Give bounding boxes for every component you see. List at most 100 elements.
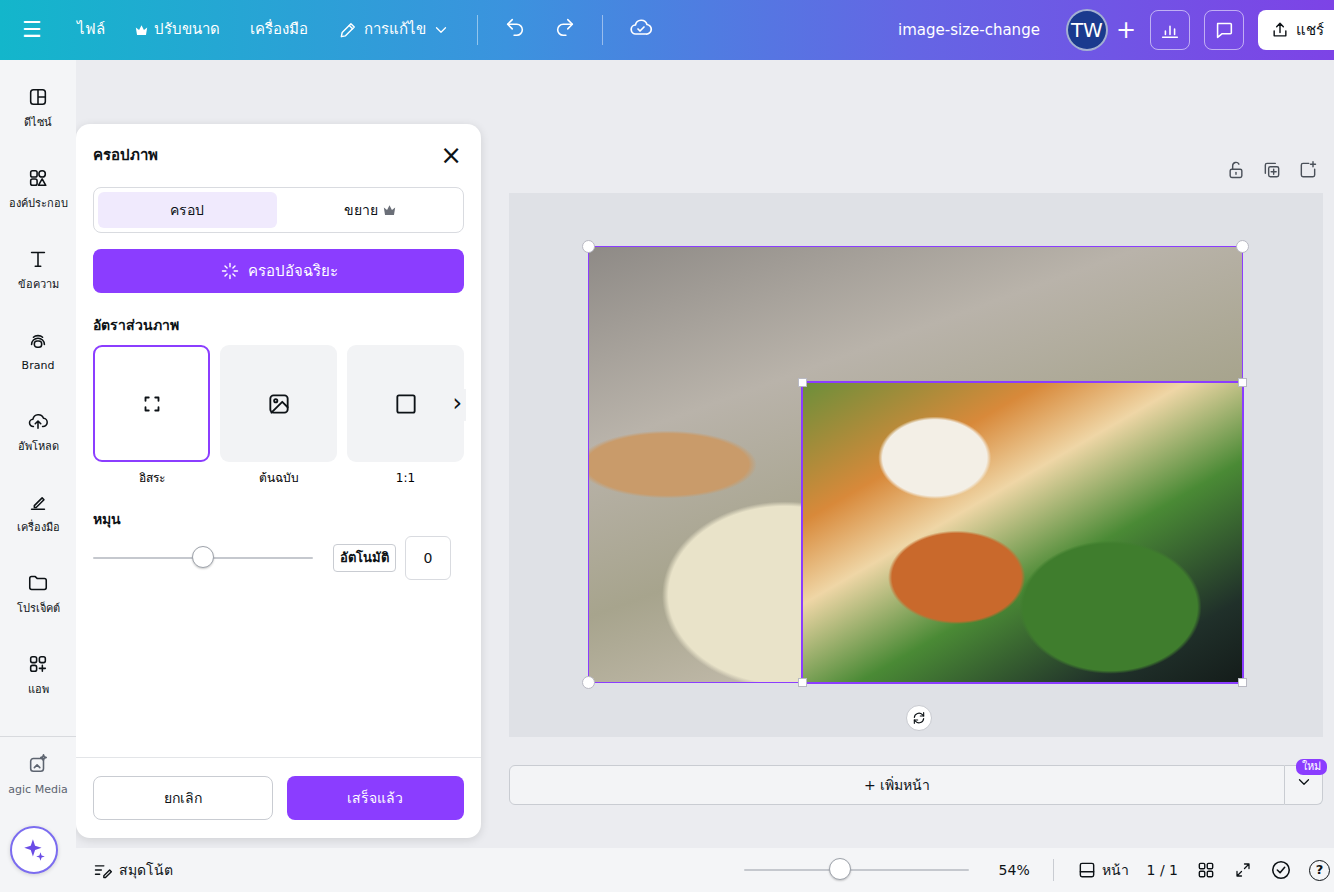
top-menu-label: ไฟล์ bbox=[77, 20, 105, 40]
design-icon bbox=[27, 86, 49, 108]
crop-handle[interactable] bbox=[1238, 678, 1247, 687]
crop-tab[interactable]: ขยาย bbox=[281, 192, 460, 228]
share-button[interactable]: แชร์ bbox=[1258, 10, 1334, 50]
sidebar-label: เครื่องมือ bbox=[17, 520, 60, 537]
top-menu-label: ปรับขนาด bbox=[154, 20, 220, 40]
edit-menu[interactable]: การแก้ไข bbox=[323, 14, 465, 46]
zoom-slider[interactable] bbox=[744, 869, 969, 871]
next-button[interactable]: › bbox=[448, 389, 466, 421]
crop-tab[interactable]: ครอป bbox=[98, 192, 277, 228]
comment-button[interactable] bbox=[1204, 10, 1244, 50]
page-tools bbox=[1226, 160, 1318, 180]
crop-tabs: ครอป ขยาย bbox=[93, 187, 464, 233]
help-button[interactable]: ? bbox=[1309, 860, 1330, 881]
undo-button[interactable] bbox=[490, 10, 540, 50]
slider-thumb[interactable] bbox=[192, 546, 214, 568]
sidebar-label: แอพ bbox=[28, 682, 49, 699]
resize-handle[interactable] bbox=[582, 240, 595, 253]
assistant-button[interactable] bbox=[10, 826, 58, 874]
grid-view-button[interactable] bbox=[1187, 860, 1225, 880]
sidebar-item[interactable]: Brand bbox=[0, 329, 76, 410]
check-button[interactable] bbox=[1261, 859, 1301, 881]
editor-window: ☰ ไฟล์ปรับขนาดเครื่องมือ การแก้ไข image-… bbox=[0, 0, 1334, 892]
menu-button[interactable]: ☰ bbox=[0, 12, 62, 49]
top-menu-item[interactable]: ไฟล์ bbox=[62, 14, 120, 46]
square-icon bbox=[393, 391, 419, 417]
smart-crop-button[interactable]: ครอปอัจฉริยะ bbox=[93, 249, 464, 293]
new-badge: ใหม่ bbox=[1296, 759, 1327, 775]
insights-button[interactable] bbox=[1150, 10, 1190, 50]
sidebar-item[interactable]: ข้อความ bbox=[0, 248, 76, 329]
zoom-reading[interactable]: 54% bbox=[999, 860, 1039, 881]
unlock-icon[interactable] bbox=[1226, 160, 1246, 180]
ratio-label: ต้นฉบับ bbox=[259, 469, 299, 487]
folder-icon bbox=[27, 572, 49, 594]
crop-handle[interactable] bbox=[798, 678, 807, 687]
close-button[interactable]: × bbox=[438, 142, 464, 168]
redo-button[interactable] bbox=[540, 10, 590, 50]
crop-panel: ครอปภาพ × ครอปขยาย ครอปอัจฉริยะ อัตราส่ว… bbox=[76, 124, 481, 838]
edit-label: การแก้ไข bbox=[364, 20, 426, 40]
notes-icon bbox=[93, 860, 113, 880]
top-right: image-size-change TW + แชร์ bbox=[898, 9, 1334, 51]
slider-thumb[interactable] bbox=[829, 858, 851, 880]
sparkle-icon bbox=[21, 837, 47, 863]
tab-label: ขยาย bbox=[344, 200, 378, 221]
sidebar-item[interactable]: อัพโหลด bbox=[0, 410, 76, 491]
sidebar-item[interactable]: โปรเจ็คต์ bbox=[0, 572, 76, 653]
check-circle-icon bbox=[1270, 859, 1292, 881]
save-status-button[interactable] bbox=[615, 9, 667, 51]
sidebar-item[interactable]: ดีไซน์ bbox=[0, 86, 76, 167]
chevron-down-icon bbox=[432, 21, 450, 39]
resize-handle[interactable] bbox=[582, 676, 595, 689]
sidebar-item[interactable]: agic Media bbox=[0, 736, 76, 828]
ratio-option[interactable]: อิสระ bbox=[93, 345, 210, 487]
crop-handle[interactable] bbox=[798, 378, 807, 387]
text-icon bbox=[27, 248, 49, 270]
fullscreen-button[interactable] bbox=[1225, 861, 1261, 879]
separator bbox=[1053, 859, 1054, 881]
sidebar-item[interactable]: องค์ประกอบ bbox=[0, 167, 76, 248]
chart-icon bbox=[1159, 19, 1181, 41]
sidebar-label: Brand bbox=[22, 358, 55, 375]
add-page-icon[interactable] bbox=[1298, 160, 1318, 180]
sidebar-item[interactable]: เครื่องมือ bbox=[0, 491, 76, 572]
crown-icon bbox=[383, 204, 396, 216]
notes-button[interactable]: สมุดโน้ต bbox=[93, 860, 173, 881]
page-count: 1 / 1 bbox=[1138, 860, 1187, 881]
rotate-heading: หมุน bbox=[93, 509, 464, 530]
ratio-option[interactable]: ต้นฉบับ bbox=[220, 345, 337, 487]
share-label: แชร์ bbox=[1296, 19, 1324, 42]
cancel-button[interactable]: ยกเลิก bbox=[93, 776, 273, 820]
user-avatar[interactable]: TW bbox=[1066, 9, 1108, 51]
auto-button[interactable]: อัตโนมัติ bbox=[333, 544, 396, 572]
undo-icon bbox=[504, 16, 526, 38]
ratio-list: อิสระ ต้นฉบับ 1:1 › bbox=[93, 345, 464, 487]
rotate-button[interactable] bbox=[906, 705, 932, 731]
rotate-input[interactable] bbox=[405, 536, 451, 580]
resize-handle[interactable] bbox=[1236, 240, 1249, 253]
top-menu: ไฟล์ ปรับขนาด เครื่องมือ bbox=[62, 14, 323, 46]
duplicate-icon[interactable] bbox=[1262, 160, 1282, 180]
sidebar-label: โปรเจ็คต์ bbox=[17, 601, 60, 618]
comment-icon bbox=[1213, 19, 1235, 41]
add-page-button[interactable]: + เพิ่มหน้า bbox=[509, 765, 1285, 805]
ratio-label: 1:1 bbox=[396, 469, 415, 487]
pages-button[interactable]: หน้า bbox=[1068, 860, 1138, 881]
crop-area[interactable] bbox=[801, 381, 1244, 684]
top-menu-item[interactable]: ปรับขนาด bbox=[120, 14, 235, 46]
ratio-option[interactable]: 1:1 bbox=[347, 345, 464, 487]
page-icon bbox=[1077, 860, 1097, 880]
crop-handle[interactable] bbox=[1238, 378, 1247, 387]
top-menu-item[interactable]: เครื่องมือ bbox=[235, 14, 323, 46]
ratio-label: อิสระ bbox=[139, 469, 165, 487]
invite-button[interactable]: + bbox=[1108, 18, 1150, 42]
photo[interactable] bbox=[588, 246, 1243, 683]
design-title[interactable]: image-size-change bbox=[898, 19, 1040, 42]
done-button[interactable]: เสร็จแล้ว bbox=[287, 776, 465, 820]
canvas-area: + เพิ่มหน้า ใหม่ ครอปภาพ × ครอป ขยาย ครอป… bbox=[76, 60, 1334, 848]
panel-title: ครอปภาพ bbox=[93, 144, 158, 167]
sidebar-item[interactable]: แอพ bbox=[0, 653, 76, 734]
grid-icon bbox=[1196, 860, 1216, 880]
rotate-slider[interactable] bbox=[93, 557, 313, 559]
